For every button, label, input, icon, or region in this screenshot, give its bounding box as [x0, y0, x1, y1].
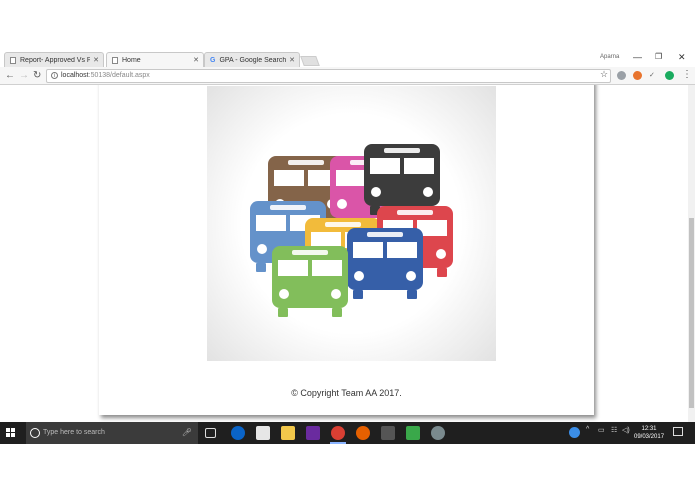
copyright-text: © Copyright Team AA 2017.	[291, 388, 402, 398]
notepad-icon[interactable]	[406, 426, 420, 440]
page-icon	[112, 56, 118, 64]
check-icon[interactable]: ✓	[649, 71, 658, 80]
notifications-icon[interactable]	[673, 427, 683, 436]
google-icon: G	[210, 56, 216, 64]
back-icon[interactable]: ←	[5, 70, 15, 81]
cortana-icon	[30, 428, 40, 438]
clock-date: 09/03/2017	[634, 434, 665, 440]
store-icon[interactable]	[256, 426, 270, 440]
volume-icon[interactable]: ◁)	[622, 426, 630, 434]
tab-title: Report- Approved Vs Pe	[20, 56, 90, 64]
tab-strip: Report- Approved Vs Pe ✕ Home ✕ G GPA - …	[0, 50, 695, 67]
close-icon[interactable]: ✕	[93, 56, 99, 64]
chrome-icon[interactable]	[331, 426, 345, 440]
restore-icon[interactable]: ❐	[655, 52, 662, 61]
reload-icon[interactable]: ↻	[33, 70, 41, 81]
close-icon[interactable]: ✕	[193, 56, 199, 64]
profile-name[interactable]: Aparna	[600, 54, 619, 60]
help-icon[interactable]	[569, 427, 580, 438]
buses-illustration	[250, 144, 453, 317]
battery-icon[interactable]: ▭	[598, 426, 605, 434]
firefox-icon[interactable]	[356, 426, 370, 440]
url-host: localhost	[61, 72, 89, 79]
browser-toolbar: ← → ↻ i localhost:50138/default.aspx ☆ ✓…	[0, 67, 695, 85]
forward-icon[interactable]: →	[19, 70, 29, 81]
bus-shape	[364, 144, 440, 215]
taskbar-search[interactable]: Type here to search 🎤︎	[26, 422, 198, 444]
content-card: © Copyright Team AA 2017.	[99, 85, 594, 415]
menu-icon[interactable]: ⋮	[682, 69, 692, 80]
edge-icon[interactable]	[231, 426, 245, 440]
taskbar: Type here to search 🎤︎ ^ ▭ ☷ ◁) 12:31 09…	[0, 422, 695, 444]
task-view-icon[interactable]	[205, 428, 216, 438]
extension-icon[interactable]	[633, 71, 642, 80]
address-bar[interactable]: i localhost:50138/default.aspx	[46, 69, 611, 83]
clock-time: 12:31	[641, 426, 657, 432]
microphone-icon[interactable]: 🎤︎	[182, 422, 192, 444]
hero-image	[207, 86, 496, 361]
extension-icon[interactable]	[617, 71, 626, 80]
bus-shape	[347, 228, 423, 299]
tab-report[interactable]: Report- Approved Vs Pe ✕	[4, 52, 104, 67]
app-icon[interactable]	[431, 426, 445, 440]
bookmark-star-icon[interactable]: ☆	[600, 69, 608, 80]
search-placeholder: Type here to search	[43, 429, 105, 436]
scrollbar[interactable]	[688, 85, 695, 422]
minimize-icon[interactable]: —	[633, 52, 642, 62]
bus-shape	[272, 246, 348, 317]
blank-area	[0, 444, 695, 494]
windows-start-icon[interactable]	[6, 428, 16, 438]
tools-icon[interactable]	[381, 426, 395, 440]
page-viewport: © Copyright Team AA 2017.	[0, 85, 688, 422]
close-icon[interactable]: ✕	[289, 56, 295, 64]
clock[interactable]: 12:31 09/03/2017	[634, 425, 664, 441]
tab-google-search[interactable]: G GPA - Google Search ✕	[204, 52, 300, 67]
scrollbar-thumb[interactable]	[689, 218, 694, 408]
grammarly-icon[interactable]	[665, 71, 674, 80]
tab-title: Home	[122, 56, 141, 64]
url-path: :50138/default.aspx	[88, 72, 150, 79]
network-icon[interactable]: ☷	[611, 426, 617, 434]
close-window-icon[interactable]: ✕	[678, 52, 686, 63]
page-icon	[10, 56, 16, 64]
tab-title: GPA - Google Search	[219, 56, 287, 64]
file-explorer-icon[interactable]	[281, 426, 295, 440]
chevron-up-icon[interactable]: ^	[586, 426, 589, 433]
info-icon[interactable]: i	[51, 72, 58, 79]
tab-home[interactable]: Home ✕	[106, 52, 204, 67]
visual-studio-icon[interactable]	[306, 426, 320, 440]
new-tab-button[interactable]	[300, 56, 320, 66]
